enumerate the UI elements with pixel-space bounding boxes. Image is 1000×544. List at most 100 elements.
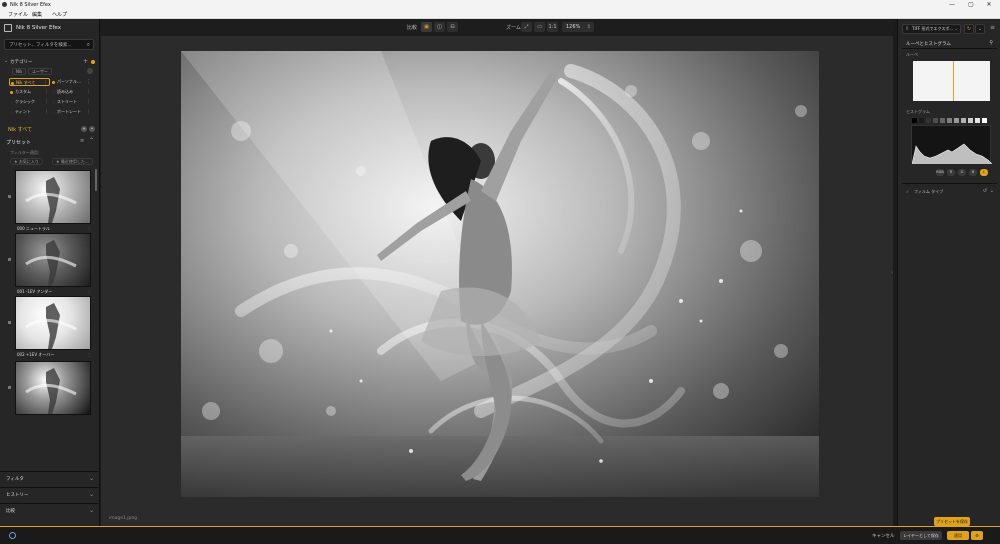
more-icon[interactable]: ⋮ bbox=[87, 289, 91, 294]
section-history[interactable]: ヒストリー ⌄ bbox=[0, 487, 100, 502]
category-item[interactable]: ティント ⋮ bbox=[9, 108, 50, 116]
help-icon[interactable] bbox=[9, 532, 16, 539]
app-icon bbox=[2, 2, 7, 7]
tone-swatch[interactable] bbox=[968, 118, 973, 123]
filter-toggle-icon[interactable] bbox=[87, 68, 93, 74]
chevron-up-icon[interactable]: ⌃ bbox=[89, 137, 94, 144]
apply-button[interactable]: 適用 bbox=[947, 531, 969, 540]
search-input[interactable]: プリセット、フィルタを検索... ⌕ bbox=[4, 39, 94, 50]
chevron-down-icon: ⌄ bbox=[954, 26, 958, 31]
preset-thumbnail[interactable] bbox=[15, 170, 91, 224]
more-icon[interactable]: ⋮ bbox=[44, 108, 49, 116]
menu-icon[interactable]: ⌄ bbox=[975, 24, 985, 34]
list-view-icon[interactable]: ≡ bbox=[80, 138, 84, 144]
more-icon[interactable]: ⋮ bbox=[44, 98, 49, 106]
preset-thumbnail[interactable] bbox=[15, 361, 91, 415]
tone-swatch[interactable] bbox=[982, 118, 987, 123]
zoom-percent-select[interactable]: 126% ⇕ bbox=[562, 22, 594, 32]
histogram-channel-button[interactable]: L bbox=[980, 169, 988, 176]
add-icon[interactable]: + bbox=[83, 58, 88, 65]
more-icon[interactable]: ⋮ bbox=[44, 88, 49, 96]
preset-drag-handle-icon[interactable] bbox=[8, 321, 11, 324]
zoom-fit-button[interactable]: ⤢ bbox=[521, 22, 532, 32]
preset-drag-handle-icon[interactable] bbox=[8, 195, 11, 198]
more-icon[interactable]: ⋮ bbox=[87, 226, 91, 231]
minimize-button[interactable]: — bbox=[946, 1, 958, 8]
category-item[interactable]: ストリート ⋮ bbox=[51, 98, 92, 106]
more-icon[interactable]: ⋮ bbox=[86, 88, 91, 96]
more-icon[interactable]: ⋮ bbox=[43, 79, 48, 87]
tone-swatch[interactable] bbox=[919, 118, 924, 123]
export-format-select[interactable]: ⇪ TIFF 形式でエクスポ... ⌄ bbox=[902, 24, 961, 34]
collapse-right-arrow-icon[interactable]: › bbox=[891, 270, 893, 276]
tone-swatch[interactable] bbox=[961, 118, 966, 123]
menu-edit[interactable]: 編集 bbox=[32, 11, 42, 18]
compare-side-by-side-button[interactable]: ⊟ bbox=[447, 22, 458, 32]
cancel-button[interactable]: キャンセル bbox=[872, 533, 895, 539]
tone-swatch[interactable] bbox=[940, 118, 945, 123]
chevron-down-icon[interactable]: ⌄ bbox=[990, 188, 994, 194]
category-label: ポートレート bbox=[57, 109, 81, 114]
add-circle-icon[interactable]: + bbox=[81, 126, 87, 132]
more-icon[interactable]: ⋮ bbox=[86, 78, 91, 86]
chevron-down-icon: ⌄ bbox=[88, 475, 94, 482]
histogram-label: ヒストグラム bbox=[906, 109, 930, 114]
tone-swatch[interactable] bbox=[975, 118, 980, 123]
recent-filter-button[interactable]: ★ 最近使用した... bbox=[52, 158, 93, 165]
category-item[interactable]: クラシック ⋮ bbox=[9, 98, 50, 106]
menu-file[interactable]: ファイル bbox=[8, 11, 28, 18]
dancer-thumbnail-image bbox=[25, 303, 77, 349]
category-item[interactable]: Nik すべて ⋮ bbox=[9, 78, 50, 86]
preset-drag-handle-icon[interactable] bbox=[8, 258, 11, 261]
category-item[interactable]: 読み込み ⋮ bbox=[51, 88, 92, 96]
panel-menu-icon[interactable]: ≡ bbox=[990, 24, 995, 31]
preset-thumbnail[interactable] bbox=[15, 296, 91, 350]
apply-options-icon[interactable]: ⚙ bbox=[971, 531, 983, 540]
histogram-channel-button[interactable]: B bbox=[969, 169, 977, 176]
histogram-channel-button[interactable]: G bbox=[958, 169, 966, 176]
tone-swatch[interactable] bbox=[954, 118, 959, 123]
film-type-section[interactable]: ✓ フィルム タイプ ↺ ⌄ bbox=[902, 183, 997, 197]
histogram-channel-button[interactable]: RGB bbox=[936, 169, 944, 176]
settings-circle-icon[interactable]: • bbox=[89, 126, 95, 132]
section-compare[interactable]: 比較 ⌄ bbox=[0, 503, 100, 518]
compare-split-view-button[interactable]: ◫ bbox=[434, 22, 445, 32]
menu-help[interactable]: ヘルプ bbox=[52, 11, 67, 18]
loupe-view[interactable] bbox=[913, 61, 990, 101]
tone-swatch[interactable] bbox=[933, 118, 938, 123]
more-icon[interactable]: ⋮ bbox=[86, 98, 91, 106]
reset-icon[interactable]: ↻ bbox=[964, 24, 974, 34]
pin-icon[interactable]: ⚲ bbox=[989, 40, 993, 46]
preset-thumbnail[interactable] bbox=[15, 233, 91, 287]
tone-swatch[interactable] bbox=[926, 118, 931, 123]
maximize-button[interactable]: ▢ bbox=[965, 1, 977, 8]
zoom-fill-button[interactable]: ▭ bbox=[534, 22, 545, 32]
tone-swatch[interactable] bbox=[947, 118, 952, 123]
histogram-channel-button[interactable]: R bbox=[947, 169, 955, 176]
preset-list-scrollbar[interactable] bbox=[95, 169, 97, 191]
preset-drag-handle-icon[interactable] bbox=[8, 386, 11, 389]
color-dot-icon[interactable] bbox=[91, 60, 95, 64]
category-label: クラシック bbox=[15, 99, 35, 104]
save-preset-button[interactable]: プリセットを保存 bbox=[934, 517, 970, 526]
category-item[interactable]: ポートレート ⋮ bbox=[51, 108, 92, 116]
zoom-1to1-button[interactable]: 1:1 bbox=[547, 22, 558, 32]
more-icon[interactable]: ⋮ bbox=[86, 108, 91, 116]
preset-label: 002 +1EV オーバー ⋮ bbox=[17, 352, 91, 357]
section-filters[interactable]: フィルタ ⌄ bbox=[0, 471, 100, 486]
reset-icon[interactable]: ↺ bbox=[983, 188, 987, 194]
compare-single-view-button[interactable]: ▣ bbox=[421, 22, 432, 32]
filter-pill-nik[interactable]: Nik bbox=[12, 68, 27, 75]
category-item[interactable]: カスタム ⋮ bbox=[9, 88, 50, 96]
selected-category-title: Nik すべて bbox=[8, 127, 33, 133]
loupe-histogram-header[interactable]: ルーペとヒストグラム ⚲ bbox=[902, 40, 997, 49]
save-as-layer-button[interactable]: レイヤーとして保存 bbox=[900, 531, 942, 540]
filter-pill-user[interactable]: ユーザー bbox=[28, 68, 52, 75]
favorites-filter-button[interactable]: ★ お気に入り bbox=[10, 158, 43, 165]
category-header[interactable]: ⌄ カテゴリー + bbox=[4, 58, 96, 66]
category-item[interactable]: パーソナル... ⋮ bbox=[51, 78, 92, 86]
close-button[interactable]: ✕ bbox=[983, 1, 995, 8]
tone-swatch[interactable] bbox=[912, 118, 917, 123]
more-icon[interactable]: ⋮ bbox=[87, 352, 91, 357]
edited-image[interactable] bbox=[181, 51, 819, 497]
